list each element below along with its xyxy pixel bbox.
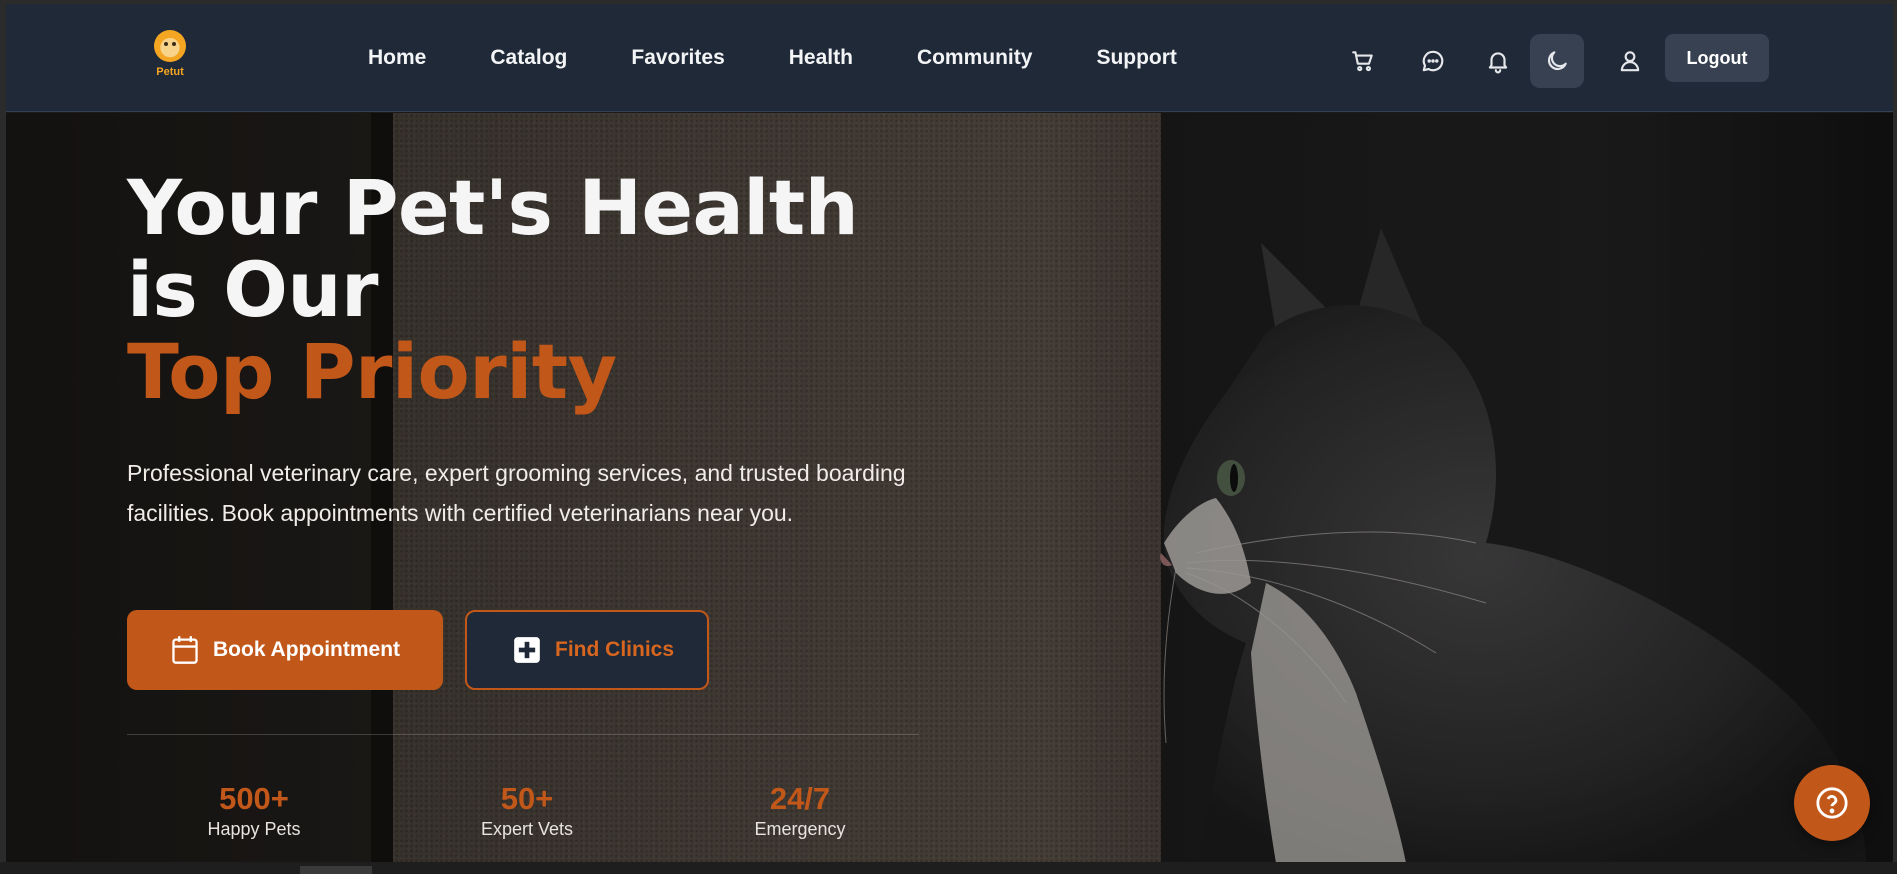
user-icon (1620, 51, 1640, 72)
calendar-icon (172, 636, 198, 664)
medical-cross-icon (514, 637, 540, 663)
stats-divider (127, 734, 919, 735)
stat-value: 24/7 (769, 781, 831, 816)
dark-mode-toggle[interactable] (1530, 34, 1584, 88)
hero-description: Professional veterinary care, expert gro… (127, 460, 906, 526)
nav-support-link[interactable]: Support (1096, 46, 1176, 70)
moon-icon (1547, 51, 1567, 71)
top-navbar: Petut Home Catalog Favorites Health Comm… (6, 4, 1893, 112)
hero-title: Your Pet's Health is Our Top Priority (127, 167, 947, 413)
stat-emergency: 24/7 Emergency (700, 781, 900, 840)
hero-title-main: Your Pet's Health is Our (127, 163, 859, 334)
cart-icon (1352, 51, 1373, 72)
main-menu: Home Catalog Favorites Health Community … (368, 4, 1241, 112)
notifications-button[interactable] (1471, 34, 1525, 88)
help-button[interactable] (1794, 765, 1870, 841)
book-appointment-button[interactable]: Book Appointment (127, 610, 443, 690)
taskbar-strip (0, 862, 1897, 874)
brand-logo[interactable]: Petut (146, 30, 194, 86)
stat-value: 50+ (500, 781, 554, 816)
stat-label: Happy Pets (207, 819, 301, 839)
nav-community-link[interactable]: Community (917, 46, 1033, 70)
bell-icon (1488, 52, 1508, 74)
question-circle-icon (1816, 787, 1848, 819)
find-clinics-button[interactable]: Find Clinics (465, 610, 709, 690)
hero-title-accent: Top Priority (127, 327, 617, 416)
chat-icon (1422, 50, 1444, 72)
brand-name: Petut (156, 66, 184, 78)
find-clinics-label: Find Clinics (555, 638, 675, 661)
book-appointment-label: Book Appointment (213, 638, 401, 661)
cat-logo-icon (154, 30, 186, 62)
cart-button[interactable] (1336, 34, 1390, 88)
stat-label: Expert Vets (480, 819, 574, 839)
nav-health-link[interactable]: Health (789, 46, 853, 70)
nav-home-link[interactable]: Home (368, 46, 426, 70)
stat-value: 500+ (219, 781, 289, 816)
nav-favorites-link[interactable]: Favorites (631, 46, 724, 70)
stat-expert-vets: 50+ Expert Vets (427, 781, 627, 840)
profile-button[interactable] (1603, 34, 1657, 88)
chat-button[interactable] (1406, 34, 1460, 88)
stat-label: Emergency (754, 819, 846, 839)
stat-happy-pets: 500+ Happy Pets (154, 781, 354, 840)
logout-button[interactable]: Logout (1665, 34, 1769, 82)
taskbar-tab[interactable] (300, 866, 372, 874)
hero-section: Your Pet's Health is Our Top Priority Pr… (6, 113, 1893, 862)
nav-catalog-link[interactable]: Catalog (490, 46, 567, 70)
app-frame: Petut Home Catalog Favorites Health Comm… (6, 4, 1893, 862)
